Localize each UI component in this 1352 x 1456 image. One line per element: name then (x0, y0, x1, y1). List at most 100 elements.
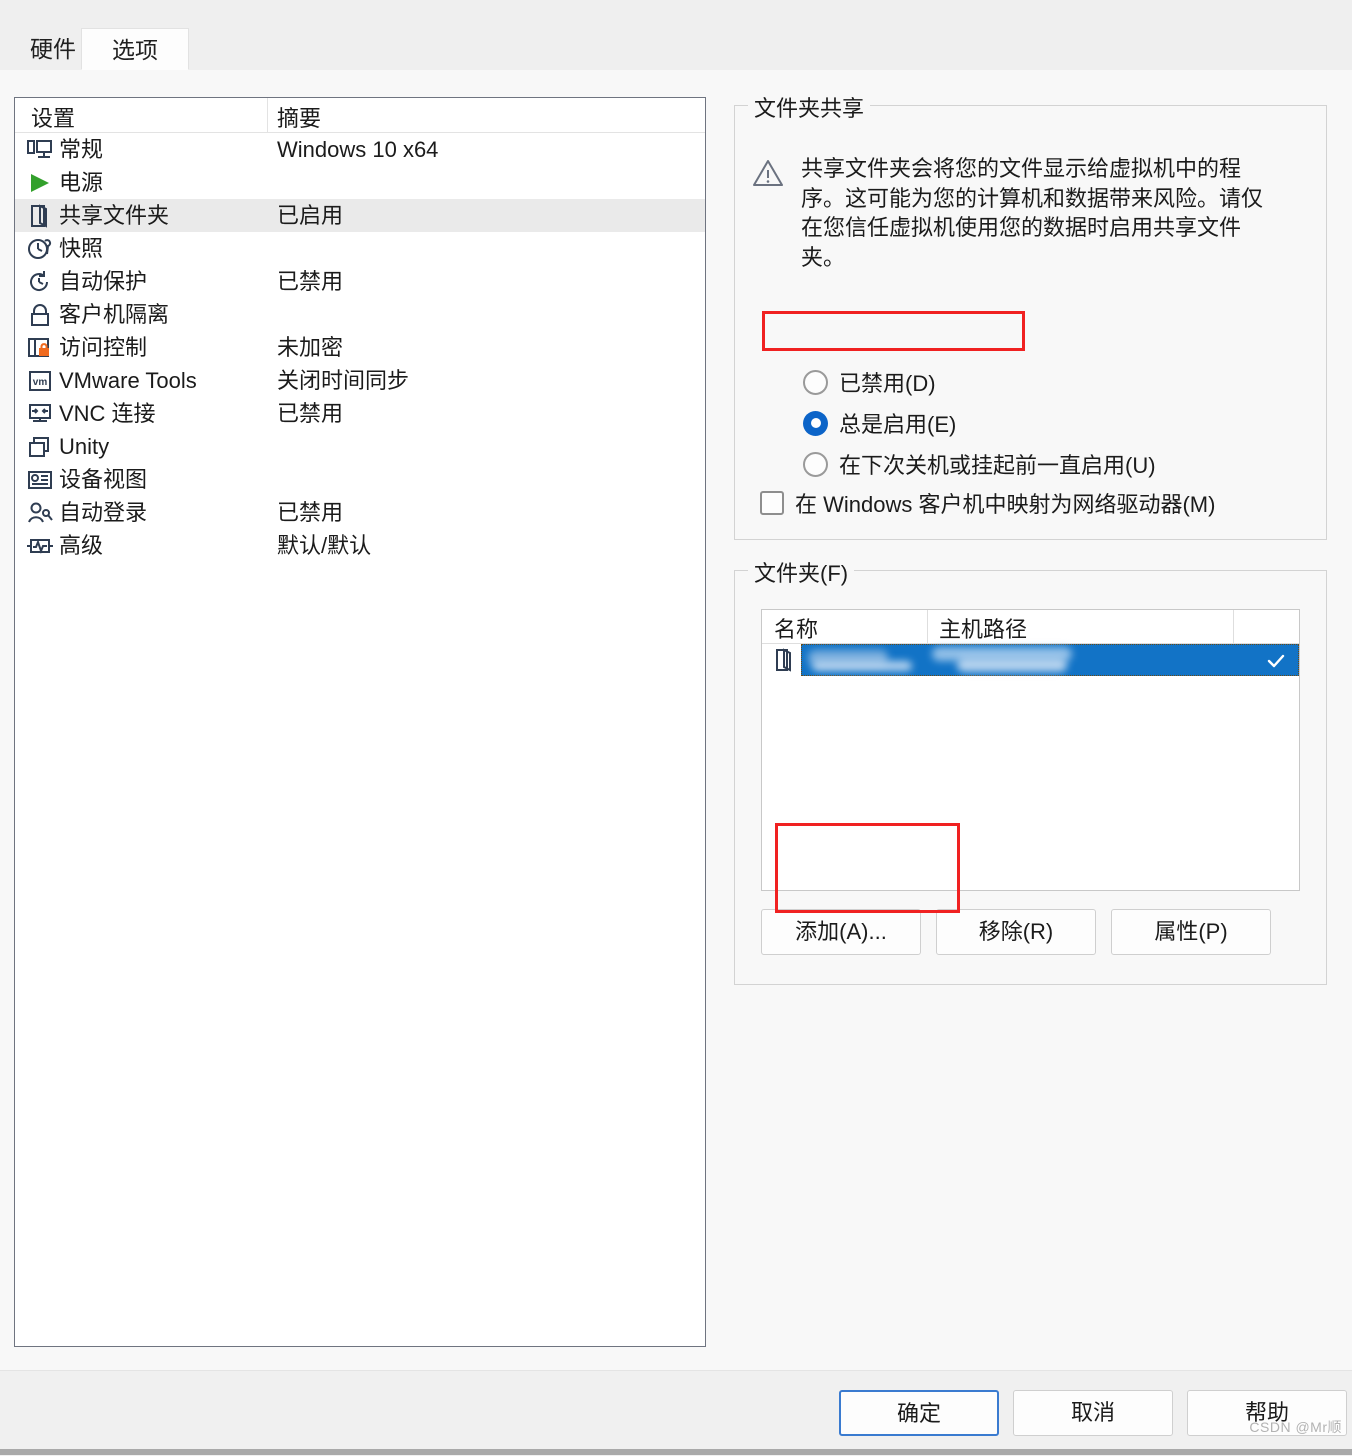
snapshot-icon (26, 236, 54, 262)
radio-circle-icon (803, 451, 828, 477)
settings-row-label: 电源 (59, 170, 104, 195)
settings-row-vnc[interactable]: VNC 连接 已禁用 (15, 397, 705, 430)
advanced-icon (26, 533, 54, 559)
settings-row-shared-folders[interactable]: 共享文件夹 已启用 (15, 199, 705, 232)
cancel-button[interactable]: 取消 (1013, 1390, 1173, 1436)
column-divider (1233, 610, 1234, 643)
dialog-body: 设置 摘要 常规 Windows 10 x64 电源 共享文件夹 已启用 快照 … (0, 70, 1352, 1370)
shared-folder-icon (26, 203, 54, 229)
folder-sharing-group: 文件夹共享 共享文件夹会将您的文件显示给虚拟机中的程序。这可能为您的计算机和数据… (734, 91, 1327, 540)
settings-row-label: Unity (59, 434, 110, 459)
tab-hardware-label: 硬件 (30, 36, 76, 62)
folder-sharing-title: 文件夹共享 (748, 91, 871, 123)
settings-row-label: 访问控制 (59, 335, 148, 360)
table-row[interactable] (762, 644, 1299, 676)
remove-folder-button[interactable]: 移除(R) (936, 909, 1096, 955)
settings-row-label: VNC 连接 (59, 401, 156, 426)
settings-row-summary: Windows 10 x64 (277, 137, 439, 162)
radio-disabled-label: 已禁用(D) (839, 371, 936, 396)
unity-icon (26, 434, 54, 460)
settings-row-advanced[interactable]: 高级 默认/默认 (15, 529, 705, 562)
settings-row-summary: 已禁用 (277, 401, 344, 426)
settings-row-label: 自动保护 (59, 269, 148, 294)
vnc-icon (26, 401, 54, 427)
column-divider (927, 610, 928, 643)
settings-row-device-view[interactable]: 设备视图 (15, 463, 705, 496)
watermark: CSDN @Mr顺 (1249, 1419, 1342, 1435)
map-network-drive-label: 在 Windows 客户机中映射为网络驱动器(M) (795, 492, 1216, 517)
settings-list-header: 设置 摘要 (15, 98, 705, 133)
autoprotect-icon (26, 269, 54, 295)
column-header-name: 名称 (774, 617, 819, 642)
cancel-button-label: 取消 (1070, 1400, 1115, 1425)
bottom-bar (0, 1449, 1352, 1455)
settings-row-vmware-tools[interactable]: vm VMware Tools 关闭时间同步 (15, 364, 705, 397)
column-header-host-path: 主机路径 (939, 617, 1028, 642)
folders-table-header: 名称 主机路径 (762, 610, 1299, 644)
settings-row-autoprotect[interactable]: 自动保护 已禁用 (15, 265, 705, 298)
sharing-warning-text: 共享文件夹会将您的文件显示给虚拟机中的程序。这可能为您的计算机和数据带来风险。请… (801, 156, 1264, 270)
shared-folder-icon (772, 647, 798, 673)
settings-row-autologin[interactable]: 自动登录 已禁用 (15, 496, 705, 529)
folder-properties-label: 属性(P) (1154, 919, 1228, 944)
settings-row-summary: 已启用 (277, 203, 344, 228)
lock-icon (26, 302, 54, 328)
warning-triangle-icon (752, 158, 784, 188)
settings-row-label: 快照 (59, 236, 104, 261)
add-folder-button[interactable]: 添加(A)... (761, 909, 921, 955)
settings-row-label: 客户机隔离 (59, 302, 170, 327)
settings-row-general[interactable]: 常规 Windows 10 x64 (15, 133, 705, 166)
folders-table[interactable]: 名称 主机路径 (761, 609, 1300, 891)
add-folder-label: 添加(A)... (795, 919, 887, 944)
settings-row-access-control[interactable]: 访问控制 未加密 (15, 331, 705, 364)
settings-row-guest-isolation[interactable]: 客户机隔离 (15, 298, 705, 331)
settings-row-summary: 关闭时间同步 (277, 368, 410, 393)
settings-row-label: 高级 (59, 533, 104, 558)
redacted-name-2 (812, 661, 912, 671)
ok-button[interactable]: 确定 (839, 1390, 999, 1436)
settings-row-label: 共享文件夹 (59, 203, 170, 228)
column-header-setting: 设置 (31, 106, 76, 131)
row-enabled-check-icon[interactable] (1264, 649, 1288, 673)
remove-folder-label: 移除(R) (978, 919, 1054, 944)
folder-properties-button[interactable]: 属性(P) (1111, 909, 1271, 955)
settings-row-summary: 默认/默认 (277, 533, 372, 558)
tab-options[interactable]: 选项 (81, 28, 189, 70)
monitor-icon (26, 137, 54, 163)
vmware-tools-icon: vm (26, 368, 54, 394)
radio-circle-icon (803, 369, 828, 395)
settings-row-snapshot[interactable]: 快照 (15, 232, 705, 265)
settings-list-panel: 设置 摘要 常规 Windows 10 x64 电源 共享文件夹 已启用 快照 … (14, 97, 706, 1347)
checkbox-square-icon (760, 491, 784, 515)
settings-row-label: VMware Tools (59, 368, 197, 393)
ok-button-label: 确定 (896, 1401, 941, 1426)
redacted-path-2 (957, 658, 1067, 672)
folders-title: 文件夹(F) (748, 556, 855, 588)
radio-always-enabled[interactable]: 总是启用(E) (803, 406, 956, 440)
table-row-selection (801, 644, 1299, 676)
tab-strip: 硬件 选项 (0, 0, 1352, 71)
radio-until-shutdown[interactable]: 在下次关机或挂起前一直启用(U) (803, 447, 1156, 481)
settings-row-unity[interactable]: Unity (15, 430, 705, 463)
header-divider (267, 98, 268, 132)
radio-disabled[interactable]: 已禁用(D) (803, 365, 936, 399)
settings-row-power[interactable]: 电源 (15, 166, 705, 199)
autologin-icon (26, 500, 54, 526)
dialog-footer: 确定 取消 帮助 (0, 1370, 1352, 1456)
device-view-icon (26, 467, 54, 493)
radio-until-shutdown-label: 在下次关机或挂起前一直启用(U) (839, 453, 1156, 478)
column-header-summary: 摘要 (277, 106, 322, 131)
settings-row-summary: 已禁用 (277, 269, 344, 294)
folders-group: 文件夹(F) 名称 主机路径 添加(A)... 移除(R) 属性(P) (734, 556, 1327, 985)
radio-circle-selected-icon (803, 410, 828, 436)
settings-row-label: 设备视图 (59, 467, 148, 492)
radio-always-enabled-label: 总是启用(E) (839, 412, 957, 437)
settings-row-summary: 未加密 (277, 335, 344, 360)
map-network-drive-checkbox[interactable]: 在 Windows 客户机中映射为网络驱动器(M) (760, 486, 1215, 520)
settings-row-label: 常规 (59, 137, 104, 162)
tab-options-label: 选项 (112, 37, 158, 63)
access-lock-icon (26, 335, 54, 361)
play-icon (26, 170, 54, 196)
svg-text:vm: vm (33, 377, 48, 388)
settings-row-label: 自动登录 (59, 500, 148, 525)
